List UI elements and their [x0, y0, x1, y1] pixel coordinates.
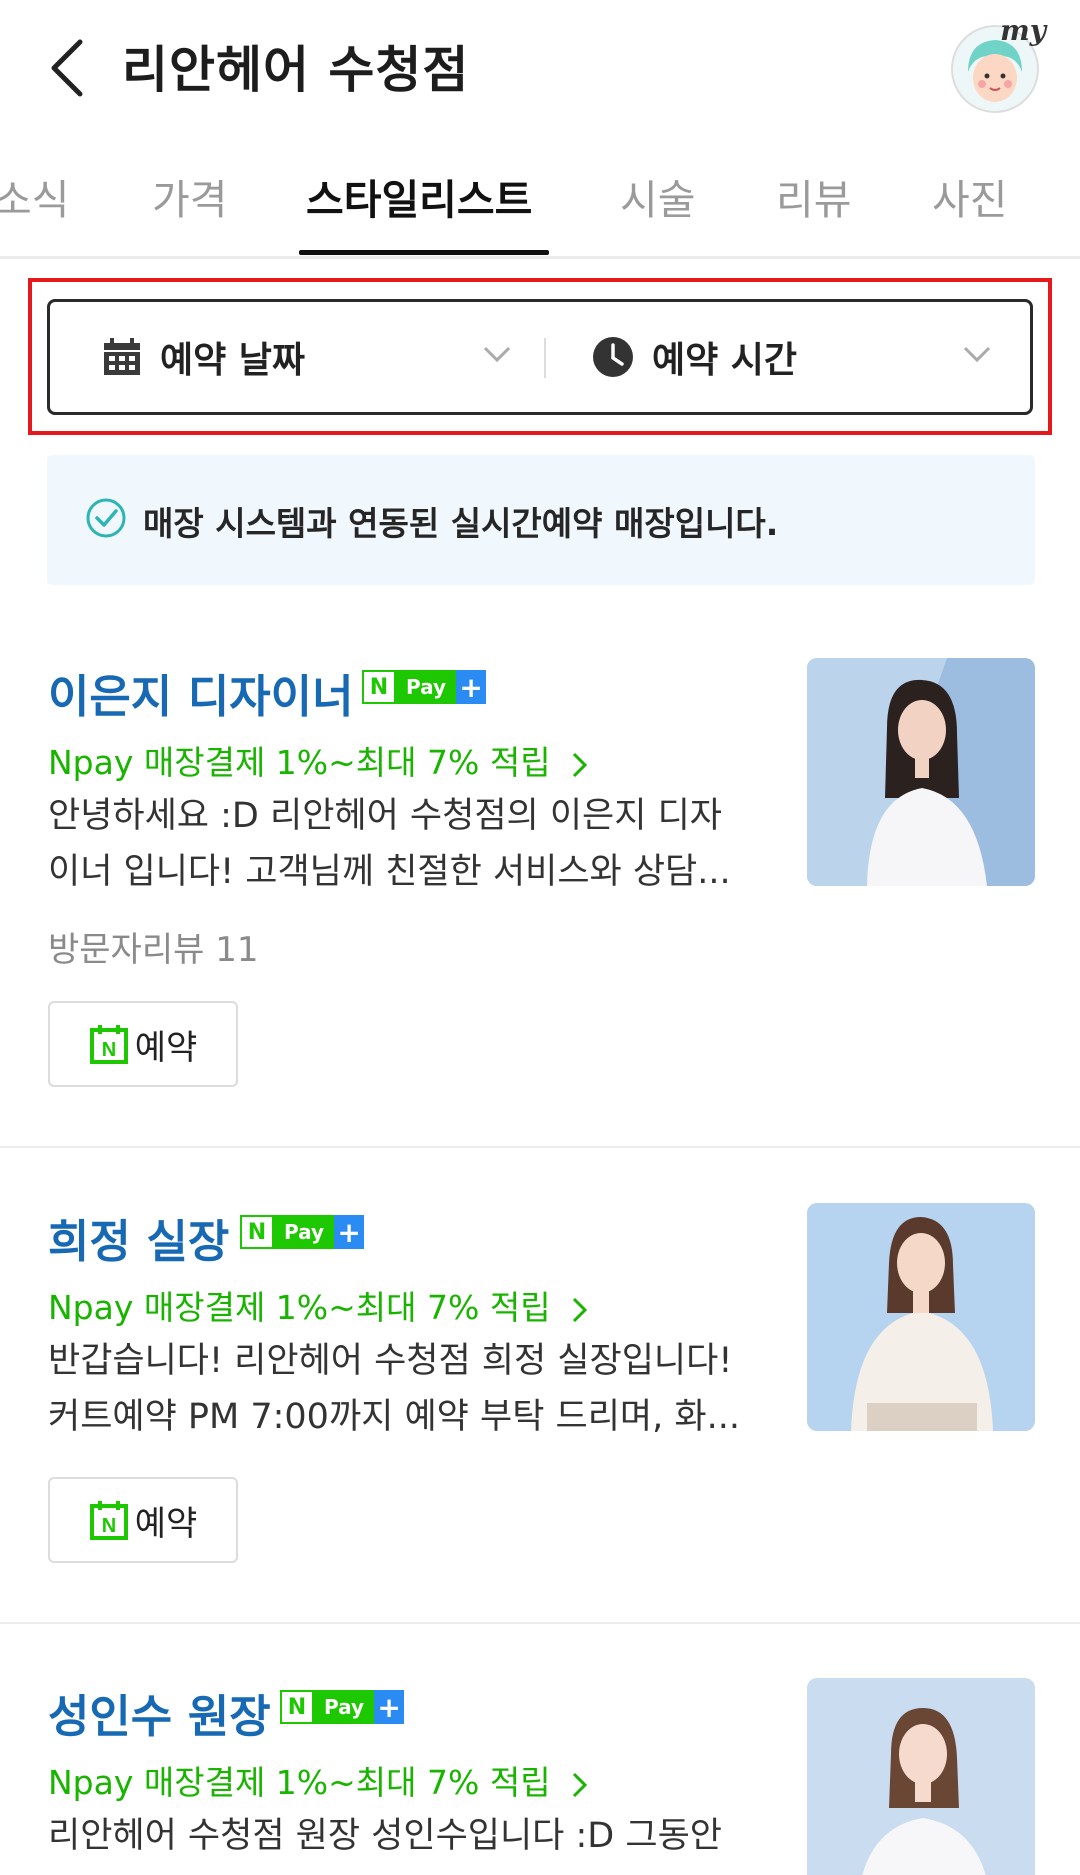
description-line: 안녕하세요 :D 리안헤어 수청점의 이은지 디자: [48, 796, 722, 836]
svg-text:N: N: [101, 1515, 115, 1537]
back-button[interactable]: [44, 36, 94, 100]
npay-plus-icon: +: [334, 1215, 365, 1249]
date-filter-label: 예약 날짜: [160, 340, 306, 381]
tab-price[interactable]: 가격: [152, 166, 227, 226]
reserve-button[interactable]: N 예약: [48, 1001, 238, 1087]
app-header: 리안헤어 수청점 my: [0, 0, 1080, 130]
clock-icon: [593, 337, 633, 377]
reserve-label: 예약: [134, 1503, 198, 1544]
npay-n-logo: N: [362, 670, 396, 704]
card-divider: [0, 1622, 1080, 1624]
stylist-card[interactable]: 희정 실장 N Pay + Npay 매장결제 1%~최대 7% 적립 반갑습니…: [0, 1185, 1080, 1625]
description-line: 커트예약 PM 7:00까지 예약 부탁 드리며, 화...: [48, 1397, 740, 1437]
reserve-label: 예약: [134, 1027, 198, 1068]
npay-plus-icon: +: [374, 1690, 405, 1724]
realtime-reservation-notice: 매장 시스템과 연동된 실시간예약 매장입니다.: [47, 455, 1035, 585]
npay-pay-label: Pay: [396, 670, 457, 704]
stylist-photo[interactable]: [807, 1678, 1035, 1875]
active-tab-indicator: [299, 250, 549, 255]
time-filter[interactable]: 예약 시간: [592, 302, 1012, 412]
stylist-description: 리안헤어 수청점 원장 성인수입니다 :D 그동안: [48, 1808, 768, 1864]
chevron-right-icon: [573, 1772, 588, 1797]
tab-review[interactable]: 리뷰: [776, 166, 851, 226]
avatar-my-badge: my: [1000, 14, 1046, 47]
chevron-right-icon: [573, 752, 588, 777]
filter-divider: [544, 338, 546, 378]
stylist-name[interactable]: 성인수 원장: [48, 1680, 271, 1745]
time-filter-label: 예약 시간: [652, 340, 798, 381]
promo-text: Npay 매장결제 1%~최대 7% 적립: [48, 1288, 551, 1327]
chevron-left-icon: [51, 39, 83, 97]
stylist-portrait-image: [807, 658, 1035, 886]
npay-plus-badge: N Pay +: [280, 1690, 405, 1724]
description-line: 반갑습니다! 리안헤어 수청점 희정 실장입니다!: [48, 1341, 733, 1381]
stylist-portrait-image: [807, 1678, 1035, 1875]
npay-promo-link[interactable]: Npay 매장결제 1%~최대 7% 적립: [48, 1281, 589, 1329]
description-line: 이너 입니다! 고객님께 친절한 서비스와 상담...: [48, 852, 731, 892]
npay-promo-link[interactable]: Npay 매장결제 1%~최대 7% 적립: [48, 1756, 589, 1804]
date-filter[interactable]: 예약 날짜: [102, 302, 542, 412]
stylist-photo[interactable]: [807, 658, 1035, 886]
stylist-card[interactable]: 성인수 원장 N Pay + Npay 매장결제 1%~최대 7% 적립 리안헤…: [0, 1660, 1080, 1875]
chevron-down-icon: [483, 346, 511, 363]
npay-pay-label: Pay: [274, 1215, 335, 1249]
tab-treatment[interactable]: 시술: [620, 166, 695, 226]
stylist-name[interactable]: 이은지 디자이너: [48, 660, 353, 725]
tab-photo[interactable]: 사진: [932, 166, 1007, 226]
stylist-card[interactable]: 이은지 디자이너 N Pay + Npay 매장결제 1%~최대 7% 적립 안…: [0, 640, 1080, 1140]
stylist-description: 안녕하세요 :D 리안헤어 수청점의 이은지 디자 이너 입니다! 고객님께 친…: [48, 788, 768, 900]
naver-booking-icon: N: [89, 1025, 128, 1064]
stylist-description: 반갑습니다! 리안헤어 수청점 희정 실장입니다! 커트예약 PM 7:00까지…: [48, 1333, 768, 1445]
npay-plus-icon: +: [456, 670, 487, 704]
tab-stylist[interactable]: 스타일리스트: [306, 166, 532, 226]
check-circle-icon: [86, 498, 126, 538]
promo-text: Npay 매장결제 1%~최대 7% 적립: [48, 1763, 551, 1802]
description-line: 리안헤어 수청점 원장 성인수입니다 :D 그동안: [48, 1816, 722, 1856]
svg-text:N: N: [101, 1039, 115, 1061]
npay-promo-link[interactable]: Npay 매장결제 1%~최대 7% 적립: [48, 736, 589, 784]
npay-pay-label: Pay: [314, 1690, 375, 1724]
naver-booking-icon: N: [89, 1501, 128, 1540]
npay-plus-badge: N Pay +: [240, 1215, 365, 1249]
my-profile-avatar[interactable]: my: [950, 14, 1046, 114]
notice-text: 매장 시스템과 연동된 실시간예약 매장입니다.: [143, 504, 779, 543]
chevron-right-icon: [573, 1297, 588, 1322]
stylist-photo[interactable]: [807, 1203, 1035, 1431]
visitor-review-count: 방문자리뷰 11: [48, 930, 259, 970]
card-divider: [0, 1146, 1080, 1148]
reserve-button[interactable]: N 예약: [48, 1477, 238, 1563]
chevron-down-icon: [963, 346, 991, 363]
npay-n-logo: N: [280, 1690, 314, 1724]
npay-plus-badge: N Pay +: [362, 670, 487, 704]
tab-news[interactable]: 소식: [0, 166, 69, 226]
npay-n-logo: N: [240, 1215, 274, 1249]
stylist-portrait-image: [807, 1203, 1035, 1431]
calendar-icon: [104, 338, 140, 375]
promo-text: Npay 매장결제 1%~최대 7% 적립: [48, 743, 551, 782]
stylist-name[interactable]: 희정 실장: [48, 1205, 229, 1270]
reservation-filter: 예약 날짜 예약 시간: [47, 299, 1033, 415]
page-title: 리안헤어 수청점: [122, 41, 470, 99]
tab-bar: 소식 가격 스타일리스트 시술 리뷰 사진: [0, 130, 1080, 259]
